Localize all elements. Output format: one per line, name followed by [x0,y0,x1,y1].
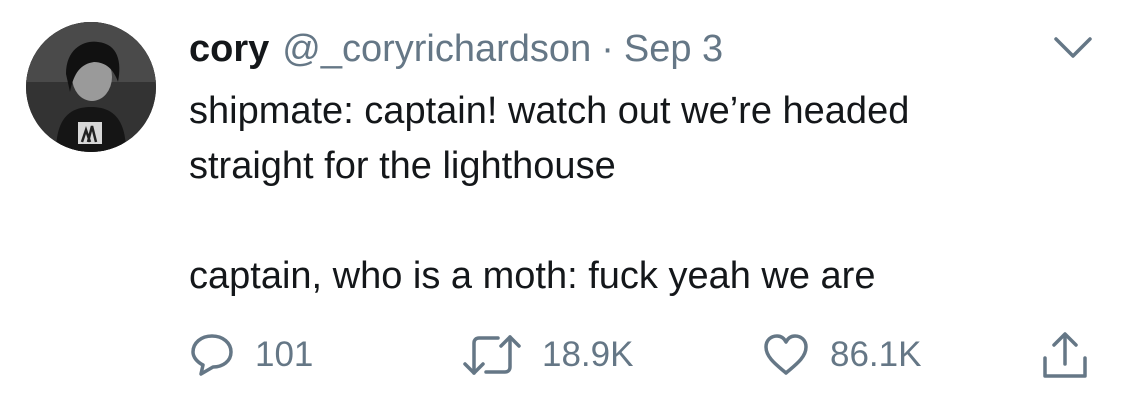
author-handle[interactable]: @_coryrichardson [282,24,591,74]
retweet-button[interactable]: 18.9K [462,330,633,380]
share-upload-icon [1043,332,1087,378]
share-button[interactable] [1040,330,1090,380]
tweet-text: shipmate: captain! watch out we’re heade… [189,84,1089,304]
tweet-menu-button[interactable] [1053,35,1093,61]
like-button[interactable]: 86.1K [762,330,921,380]
reply-count: 101 [255,335,314,374]
retweet-count: 18.9K [542,335,634,374]
heart-icon [764,334,808,375]
like-count: 86.1K [830,335,922,374]
header-separator: · [601,28,614,70]
tweet-date[interactable]: Sep 3 [624,24,723,74]
author-name[interactable]: cory [189,24,269,74]
reply-button[interactable]: 101 [189,330,313,380]
speech-bubble-icon [191,334,233,376]
avatar[interactable] [26,22,156,152]
chevron-down-icon [1054,37,1092,58]
tweet-card: cory @_coryrichardson · Sep 3 shipmate: … [0,0,1125,417]
retweet-arrows-icon [463,335,521,375]
tweet-text-paragraph: shipmate: captain! watch out we’re heade… [189,90,910,187]
tweet-text-paragraph: captain, who is a moth: fuck yeah we are [189,255,876,297]
tweet-header: cory @_coryrichardson · Sep 3 [189,24,723,74]
avatar-photo [26,22,156,152]
